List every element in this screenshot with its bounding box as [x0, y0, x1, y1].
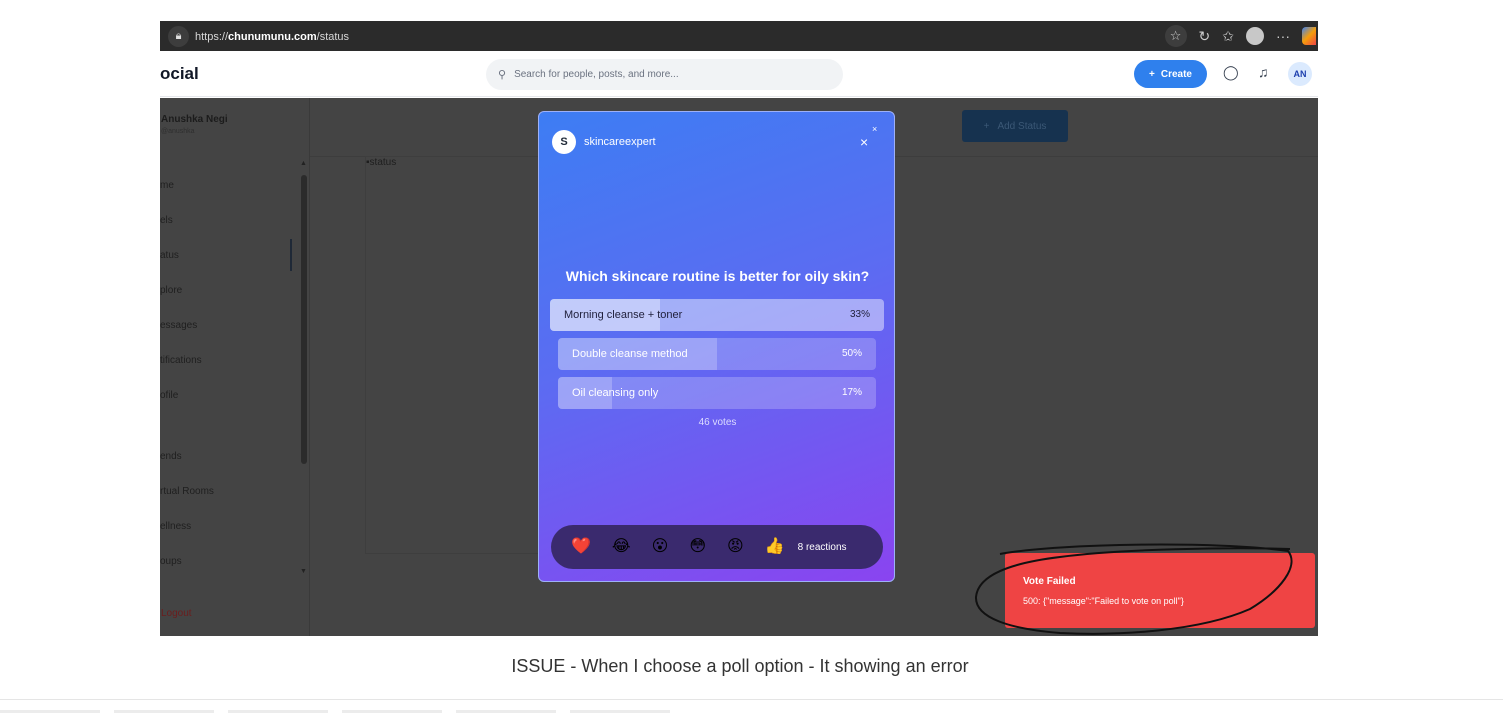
- annotation-circle: [974, 543, 1293, 635]
- screenshot: 🔒︎ https://chunumunu.com/status ☆ ↻ ✩ ··…: [160, 21, 1318, 636]
- image-caption: ISSUE - When I choose a poll option - It…: [511, 656, 969, 676]
- divider: [0, 699, 1503, 700]
